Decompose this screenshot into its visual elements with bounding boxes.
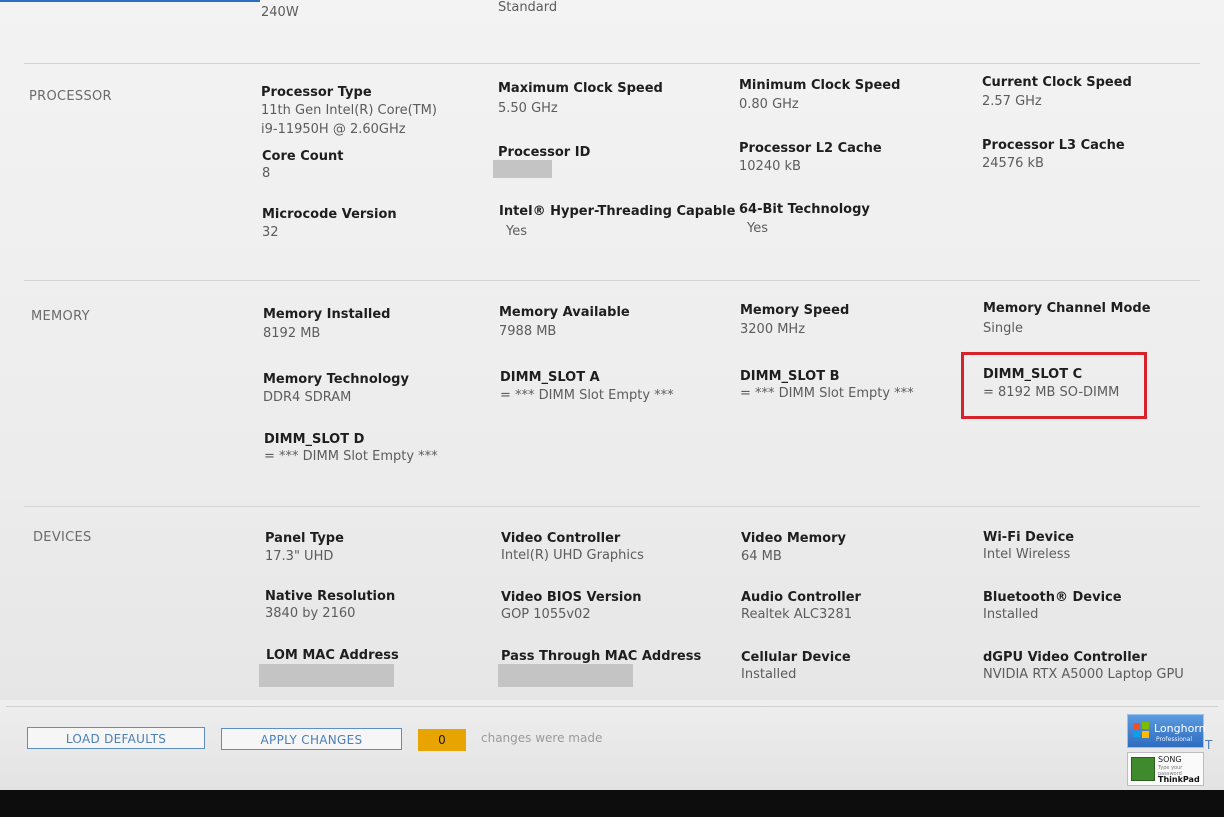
memory-speed-value: 3200 MHz <box>740 322 806 337</box>
video-bios-value: GOP 1055v02 <box>501 607 591 622</box>
dimm-slot-d-label: DIMM_SLOT D <box>264 432 365 447</box>
l2-cache-value: 10240 kB <box>739 159 801 174</box>
microcode-label: Microcode Version <box>262 207 397 222</box>
video-bios-label: Video BIOS Version <box>501 590 642 605</box>
processor-type-value-line1: 11th Gen Intel(R) Core(TM) <box>261 103 437 118</box>
wifi-device-label: Wi-Fi Device <box>983 530 1075 545</box>
max-clock-label: Maximum Clock Speed <box>498 81 663 96</box>
user-avatar-icon <box>1131 757 1155 781</box>
separator <box>24 63 1200 64</box>
cellular-device-label: Cellular Device <box>741 650 851 665</box>
thinkpad-logo: ThinkPad <box>1158 775 1200 784</box>
min-clock-value: 0.80 GHz <box>739 97 799 112</box>
user-name: SONG <box>1158 755 1182 764</box>
longhorn-sub: Professional <box>1156 736 1193 743</box>
min-clock-label: Minimum Clock Speed <box>739 78 901 93</box>
dimm-slot-c-label: DIMM_SLOT C <box>983 367 1083 382</box>
processor-type-label: Processor Type <box>261 85 372 100</box>
dimm-slot-b-value: = *** DIMM Slot Empty *** <box>740 386 914 401</box>
change-count-badge: 0 <box>418 729 466 751</box>
dimm-slot-d-value: = *** DIMM Slot Empty *** <box>264 449 438 464</box>
dgpu-controller-label: dGPU Video Controller <box>983 650 1147 665</box>
section-devices-label: DEVICES <box>33 530 92 545</box>
processor-id-label: Processor ID <box>498 145 591 160</box>
dimm-slot-c-value: = 8192 MB SO-DIMM <box>983 385 1120 400</box>
separator <box>6 706 1218 707</box>
passthrough-mac-redacted <box>498 664 633 687</box>
lom-mac-label: LOM MAC Address <box>266 648 399 663</box>
memory-speed-label: Memory Speed <box>740 303 850 318</box>
bluetooth-device-label: Bluetooth® Device <box>983 590 1122 605</box>
video-controller-value: Intel(R) UHD Graphics <box>501 548 644 563</box>
memory-tech-value: DDR4 SDRAM <box>263 390 352 405</box>
longhorn-badge: Longhorn Professional <box>1127 714 1206 748</box>
longhorn-name: Longhorn <box>1154 722 1206 735</box>
cellular-device-value: Installed <box>741 667 797 682</box>
memory-channel-value: Single <box>983 321 1023 336</box>
panel-type-label: Panel Type <box>265 531 344 546</box>
x64-value: Yes <box>747 221 768 236</box>
dimm-slot-a-label: DIMM_SLOT A <box>500 370 600 385</box>
memory-available-label: Memory Available <box>499 305 630 320</box>
native-resolution-label: Native Resolution <box>265 589 396 604</box>
load-defaults-button[interactable]: LOAD DEFAULTS <box>27 727 205 749</box>
memory-installed-label: Memory Installed <box>263 307 391 322</box>
core-count-label: Core Count <box>262 149 344 164</box>
memory-tech-label: Memory Technology <box>263 372 409 387</box>
section-processor-label: PROCESSOR <box>29 89 112 104</box>
processor-type-value-line2: i9-11950H @ 2.60GHz <box>261 122 406 137</box>
wifi-device-value: Intel Wireless <box>983 547 1071 562</box>
panel-type-value: 17.3" UHD <box>265 549 334 564</box>
video-memory-value: 64 MB <box>741 549 782 564</box>
exit-button-partial[interactable]: T <box>1205 738 1212 752</box>
apply-changes-button[interactable]: APPLY CHANGES <box>221 728 402 750</box>
changes-text: changes were made <box>481 731 603 745</box>
windows-flag-icon <box>1133 722 1149 738</box>
l3-cache-label: Processor L3 Cache <box>982 138 1125 153</box>
standard-value: Standard <box>498 0 558 15</box>
section-memory-label: MEMORY <box>31 309 90 324</box>
memory-channel-label: Memory Channel Mode <box>983 301 1151 316</box>
memory-available-value: 7988 MB <box>499 324 557 339</box>
l3-cache-value: 24576 kB <box>982 156 1044 171</box>
user-login-badge: SONG Type your password ThinkPad <box>1127 752 1204 786</box>
video-controller-label: Video Controller <box>501 531 621 546</box>
video-memory-label: Video Memory <box>741 531 846 546</box>
bios-system-info-screen: 240W Standard PROCESSOR Processor Type 1… <box>0 0 1224 790</box>
dimm-slot-b-label: DIMM_SLOT B <box>740 369 840 384</box>
memory-installed-value: 8192 MB <box>263 326 321 341</box>
x64-label: 64-Bit Technology <box>739 202 870 217</box>
microcode-value: 32 <box>262 225 279 240</box>
native-resolution-value: 3840 by 2160 <box>265 606 356 621</box>
power-value: 240W <box>261 5 299 20</box>
bluetooth-device-value: Installed <box>983 607 1039 622</box>
hyperthreading-value: Yes <box>506 224 527 239</box>
max-clock-value: 5.50 GHz <box>498 101 558 116</box>
passthrough-mac-label: Pass Through MAC Address <box>501 649 702 664</box>
current-clock-value: 2.57 GHz <box>982 94 1042 109</box>
l2-cache-label: Processor L2 Cache <box>739 141 882 156</box>
current-clock-label: Current Clock Speed <box>982 75 1132 90</box>
lom-mac-redacted <box>259 664 394 687</box>
separator <box>24 280 1200 281</box>
core-count-value: 8 <box>262 166 271 181</box>
processor-id-redacted <box>493 160 552 178</box>
audio-controller-value: Realtek ALC3281 <box>741 607 853 622</box>
dgpu-controller-value: NVIDIA RTX A5000 Laptop GPU <box>983 667 1184 682</box>
hyperthreading-label: Intel® Hyper-Threading Capable <box>499 204 736 219</box>
separator <box>24 506 1200 507</box>
top-accent-line <box>0 0 260 2</box>
dimm-slot-a-value: = *** DIMM Slot Empty *** <box>500 388 674 403</box>
audio-controller-label: Audio Controller <box>741 590 861 605</box>
